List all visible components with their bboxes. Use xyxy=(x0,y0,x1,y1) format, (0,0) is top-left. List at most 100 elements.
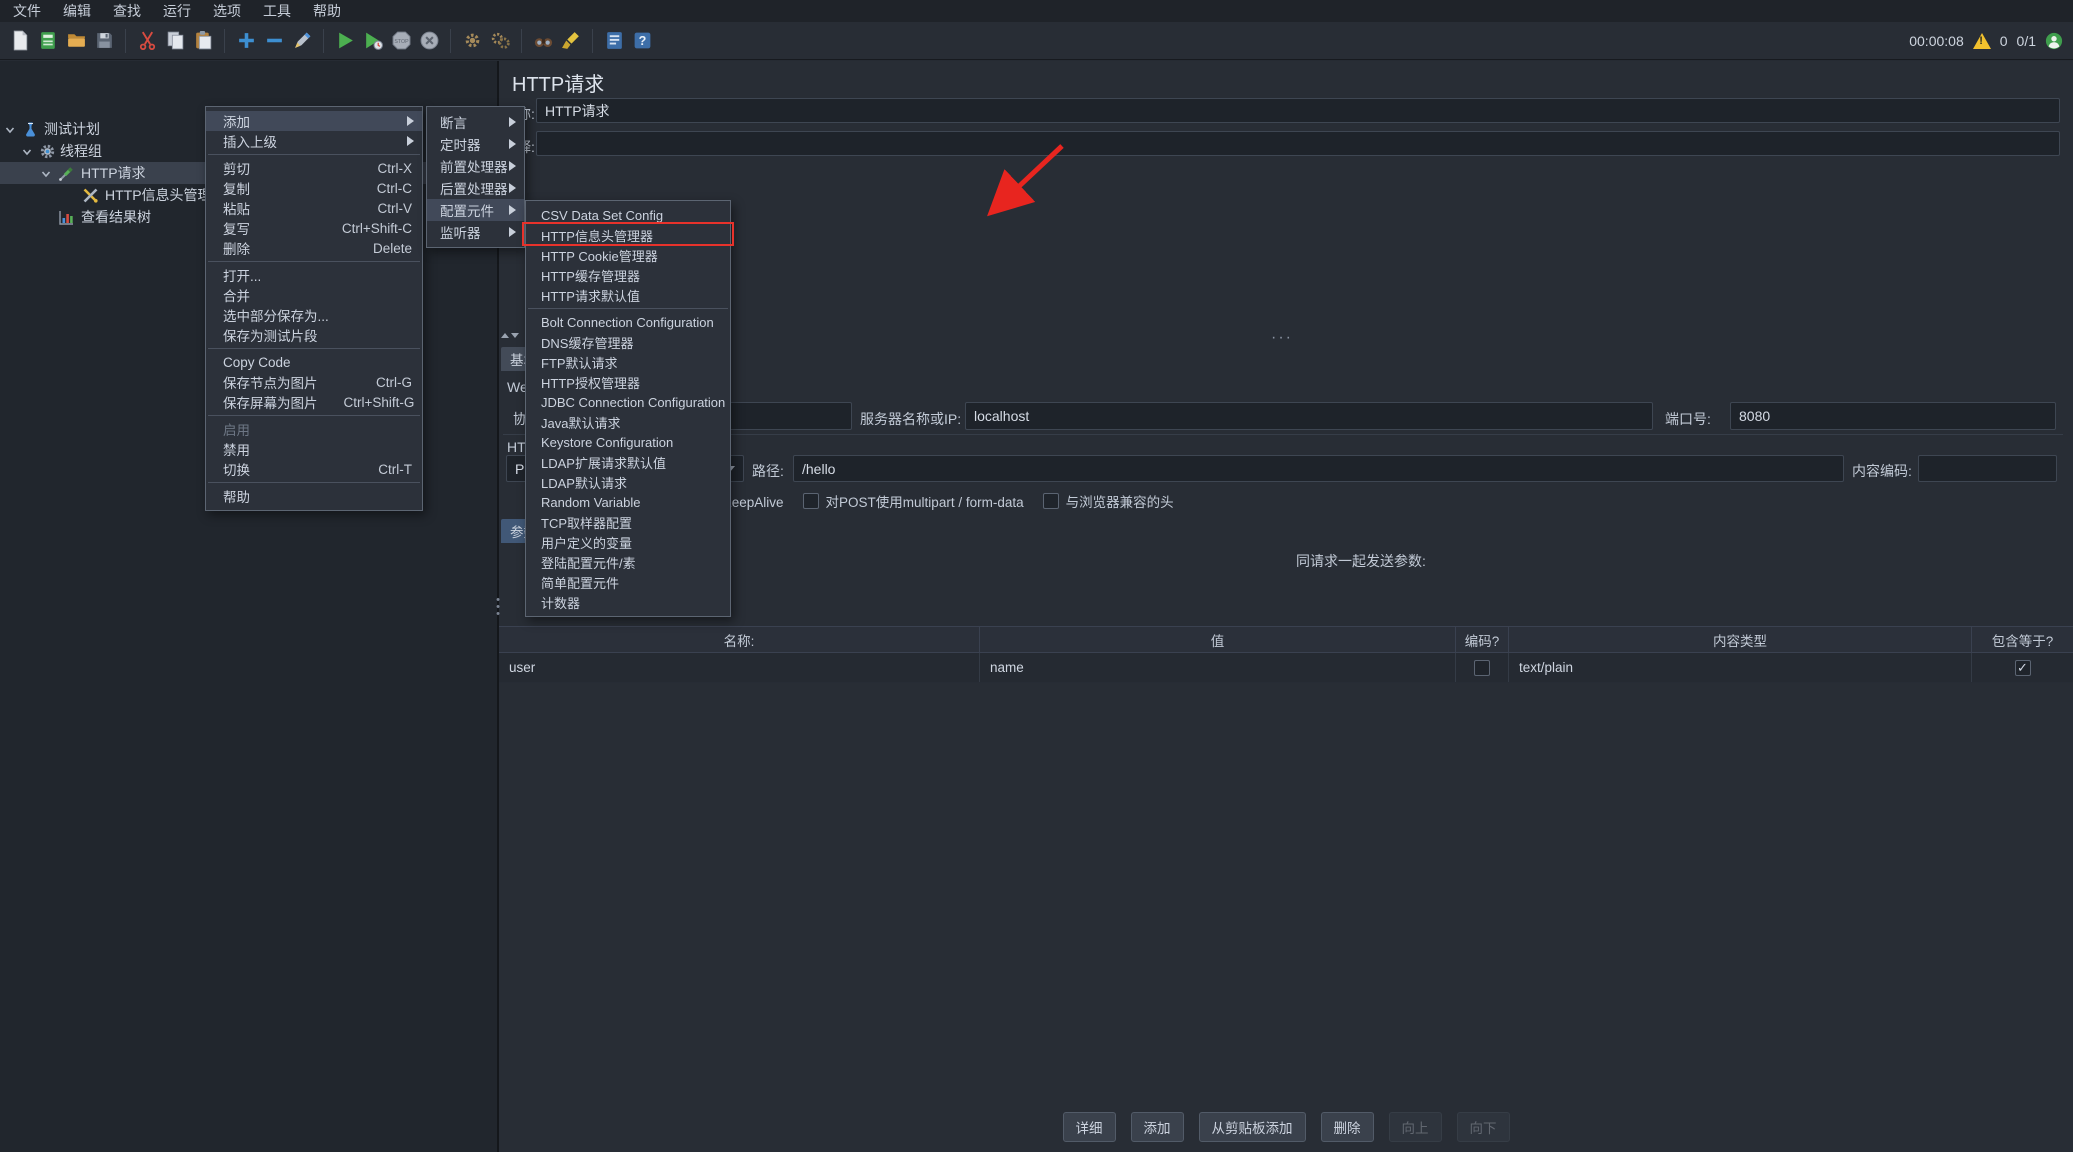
start-no-timers-icon[interactable] xyxy=(360,28,386,54)
menu-item[interactable]: 禁用 xyxy=(206,439,422,459)
splitter-grip-icon[interactable]: ••• xyxy=(494,597,502,623)
warning-icon[interactable] xyxy=(1973,33,1991,49)
pane-collapse-down-icon[interactable] xyxy=(511,333,519,338)
menu-item[interactable]: Copy Code xyxy=(206,352,422,372)
menu-item[interactable]: 打开... xyxy=(206,265,422,285)
menu-item[interactable]: 保存节点为图片Ctrl-G xyxy=(206,372,422,392)
edit-icon[interactable] xyxy=(289,28,315,54)
server-name-label: 服务器名称或IP: xyxy=(860,409,961,429)
button-删除[interactable]: 删除 xyxy=(1321,1112,1374,1142)
column-header[interactable]: 内容类型 xyxy=(1509,627,1972,652)
menubar-item-查找[interactable]: 查找 xyxy=(102,0,152,23)
menubar-item-文件[interactable]: 文件 xyxy=(2,0,52,23)
subtract-icon[interactable] xyxy=(261,28,287,54)
chevron-down-icon[interactable] xyxy=(4,123,16,135)
menu-item[interactable]: 监听器 xyxy=(427,221,524,243)
menubar-item-编辑[interactable]: 编辑 xyxy=(52,0,102,23)
column-header[interactable]: 编码? xyxy=(1456,627,1509,652)
pane-collapse-up-icon[interactable] xyxy=(501,333,509,338)
menu-item[interactable]: 前置处理器 xyxy=(427,155,524,177)
paste-icon[interactable] xyxy=(190,28,216,54)
menubar-item-帮助[interactable]: 帮助 xyxy=(302,0,352,23)
menu-item[interactable]: Java默认请求 xyxy=(526,412,730,432)
menu-item[interactable]: 用户定义的变量 xyxy=(526,532,730,552)
menu-item[interactable]: 简单配置元件 xyxy=(526,572,730,592)
pane-splitter-dots[interactable]: ··· xyxy=(1271,329,1293,347)
menu-item[interactable]: LDAP扩展请求默认值 xyxy=(526,452,730,472)
include-equals-checkbox[interactable] xyxy=(2015,660,2031,676)
menu-item[interactable]: 配置元件 xyxy=(427,199,524,221)
add-icon[interactable] xyxy=(233,28,259,54)
new-file-icon[interactable] xyxy=(7,28,33,54)
menu-item[interactable]: HTTP请求默认值 xyxy=(526,285,730,305)
reset-search-icon[interactable] xyxy=(558,28,584,54)
menu-item[interactable]: 切换Ctrl-T xyxy=(206,459,422,479)
start-icon[interactable] xyxy=(332,28,358,54)
stop-icon[interactable]: STOP xyxy=(388,28,414,54)
menu-item[interactable]: Keystore Configuration xyxy=(526,432,730,452)
menubar-item-运行[interactable]: 运行 xyxy=(152,0,202,23)
menu-item[interactable]: 保存屏幕为图片Ctrl+Shift-G xyxy=(206,392,422,412)
search-icon[interactable] xyxy=(530,28,556,54)
function-helper-icon[interactable] xyxy=(601,28,627,54)
menu-item[interactable]: 复制Ctrl-C xyxy=(206,178,422,198)
menu-item[interactable]: 选中部分保存为... xyxy=(206,305,422,325)
menu-item[interactable]: LDAP默认请求 xyxy=(526,472,730,492)
encode-checkbox[interactable] xyxy=(1474,660,1490,676)
menu-item[interactable]: 登陆配置元件/素 xyxy=(526,552,730,572)
copy-icon[interactable] xyxy=(162,28,188,54)
chevron-down-icon[interactable] xyxy=(40,167,52,179)
column-header[interactable]: 包含等于? xyxy=(1972,627,2073,652)
menu-item[interactable]: HTTP Cookie管理器 xyxy=(526,245,730,265)
menu-item[interactable]: 帮助 xyxy=(206,486,422,506)
column-header[interactable]: 名称: xyxy=(499,627,980,652)
menu-item[interactable]: FTP默认请求 xyxy=(526,352,730,372)
menu-item-label: HTTP请求默认值 xyxy=(541,286,640,305)
chevron-down-icon[interactable] xyxy=(21,145,33,157)
menu-item[interactable]: 定时器 xyxy=(427,133,524,155)
menu-item[interactable]: Bolt Connection Configuration xyxy=(526,312,730,332)
menu-item[interactable]: HTTP缓存管理器 xyxy=(526,265,730,285)
menu-item[interactable]: 保存为测试片段 xyxy=(206,325,422,345)
clear-all-icon[interactable] xyxy=(487,28,513,54)
button-从剪贴板添加[interactable]: 从剪贴板添加 xyxy=(1199,1112,1306,1142)
clear-icon[interactable] xyxy=(459,28,485,54)
multipart-checkbox[interactable] xyxy=(803,493,819,509)
menu-item[interactable]: 合并 xyxy=(206,285,422,305)
server-name-input[interactable] xyxy=(965,402,1653,430)
menu-item[interactable]: 计数器 xyxy=(526,592,730,612)
menubar-item-工具[interactable]: 工具 xyxy=(252,0,302,23)
menu-item[interactable]: DNS缓存管理器 xyxy=(526,332,730,352)
button-添加[interactable]: 添加 xyxy=(1131,1112,1184,1142)
column-header[interactable]: 值 xyxy=(980,627,1456,652)
menu-item[interactable]: 粘贴Ctrl-V xyxy=(206,198,422,218)
templates-icon[interactable] xyxy=(35,28,61,54)
open-icon[interactable] xyxy=(63,28,89,54)
help-icon[interactable]: ? xyxy=(629,28,655,54)
menu-item[interactable]: 断言 xyxy=(427,111,524,133)
cut-icon[interactable] xyxy=(134,28,160,54)
toolbar-icons: STOP? xyxy=(6,28,656,54)
menu-item[interactable]: 插入上级 xyxy=(206,131,422,151)
path-input[interactable] xyxy=(793,455,1844,482)
browser-headers-checkbox[interactable] xyxy=(1043,493,1059,509)
comments-input[interactable] xyxy=(536,131,2060,156)
menu-item[interactable]: 复写Ctrl+Shift-C xyxy=(206,218,422,238)
menu-item[interactable]: Random Variable xyxy=(526,492,730,512)
encoding-input[interactable] xyxy=(1918,455,2057,482)
table-row[interactable]: usernametext/plain xyxy=(499,653,2073,683)
menu-item[interactable]: 后置处理器 xyxy=(427,177,524,199)
shutdown-icon[interactable] xyxy=(416,28,442,54)
name-input[interactable] xyxy=(536,98,2060,123)
menu-item-label: 后置处理器 xyxy=(440,178,508,198)
menu-item[interactable]: 添加 xyxy=(206,111,422,131)
menu-item[interactable]: 删除Delete xyxy=(206,238,422,258)
port-input[interactable] xyxy=(1730,402,2056,430)
menu-item[interactable]: 剪切Ctrl-X xyxy=(206,158,422,178)
button-详细[interactable]: 详细 xyxy=(1063,1112,1116,1142)
save-icon[interactable] xyxy=(91,28,117,54)
menu-item[interactable]: HTTP授权管理器 xyxy=(526,372,730,392)
menu-item[interactable]: JDBC Connection Configuration xyxy=(526,392,730,412)
menu-item[interactable]: TCP取样器配置 xyxy=(526,512,730,532)
menubar-item-选项[interactable]: 选项 xyxy=(202,0,252,23)
